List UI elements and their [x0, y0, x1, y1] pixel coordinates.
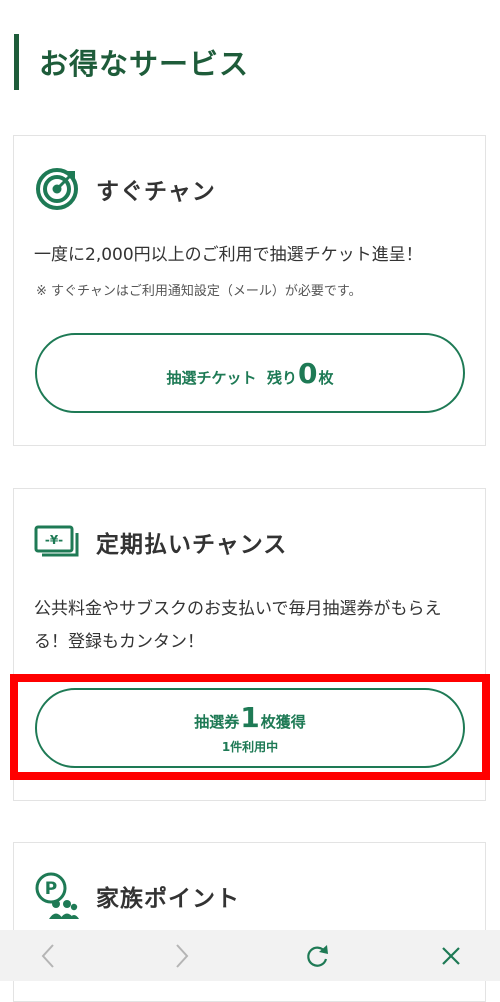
section-title: お得なサービス: [14, 34, 249, 90]
card-note: ※ すぐチャンはご利用通知設定（メール）が必要です。: [36, 284, 362, 299]
card-title: 家族ポイント: [96, 886, 240, 912]
button-suffix: 枚: [318, 368, 334, 387]
chevron-right-icon: [176, 943, 189, 968]
reload-button[interactable]: [287, 930, 347, 981]
card-sugu-chan: すぐチャン 一度に2,000円以上のご利用で抽選チケット進呈！ ※ すぐチャンは…: [13, 135, 486, 446]
family-points-icon: P: [34, 872, 80, 919]
yen-bill-icon: -¥-: [34, 519, 80, 565]
button-prefix: 抽選チケット 残り: [166, 368, 297, 387]
card-title: 定期払いチャンス: [96, 532, 288, 558]
svg-text:P: P: [45, 879, 57, 899]
card-description: 公共料金やサブスクのお支払いで毎月抽選券がもらえる！登録もカンタン！: [34, 599, 442, 652]
forward-button[interactable]: [152, 930, 212, 981]
close-button[interactable]: [421, 930, 481, 981]
highlight-box: [10, 674, 490, 780]
ticket-count: 0: [297, 356, 318, 390]
back-button[interactable]: [18, 930, 78, 981]
section-title-text: お得なサービス: [39, 47, 250, 81]
card-header: すぐチャン: [34, 166, 216, 212]
card-header: -¥- 定期払いチャンス: [34, 519, 287, 565]
svg-text:-¥-: -¥-: [45, 533, 63, 547]
card-title: すぐチャン: [96, 179, 216, 205]
target-icon: [34, 166, 80, 212]
card-description: 一度に2,000円以上のご利用で抽選チケット進呈！: [34, 245, 423, 265]
card-header: P 家族ポイント: [34, 872, 240, 919]
button-label-row: 抽選チケット 残り 0 枚: [167, 357, 334, 390]
lottery-ticket-button[interactable]: 抽選チケット 残り 0 枚: [35, 333, 465, 413]
close-icon: [442, 946, 460, 965]
chevron-left-icon: [41, 943, 54, 968]
reload-icon: [307, 944, 328, 967]
browser-bottom-bar: [0, 930, 500, 981]
